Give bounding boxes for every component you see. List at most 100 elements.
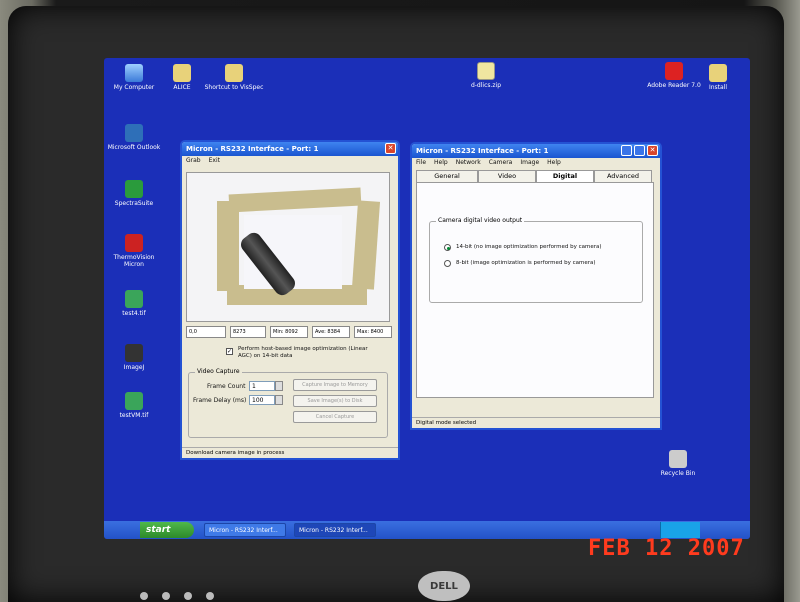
computer-icon: [125, 64, 143, 82]
monitor-button[interactable]: [162, 592, 170, 600]
monitor-buttons: [140, 592, 214, 600]
frame-delay-input[interactable]: 100: [249, 395, 275, 405]
desktop-icon-zip[interactable]: d-dlics.zip: [456, 62, 516, 89]
desktop-icon-label: test4.tif: [122, 310, 146, 317]
radio-8-bit[interactable]: [444, 260, 451, 267]
stat-value: 8273: [230, 326, 266, 338]
desktop-icon-spectrasuite[interactable]: SpectraSuite: [104, 180, 164, 207]
digital-tab-panel: Camera digital video output 14-bit (no i…: [416, 182, 654, 398]
close-icon[interactable]: ✕: [385, 143, 396, 154]
desktop-icon-label: ImageJ: [123, 364, 145, 371]
desktop-icon-label: Shortcut to VisSpec: [204, 84, 264, 91]
radio-14-bit-label: 14-bit (no image optimization performed …: [456, 244, 602, 250]
desktop-icon-alice[interactable]: ALICE: [152, 64, 212, 91]
monitor-button[interactable]: [140, 592, 148, 600]
menu-help-2[interactable]: Help: [547, 159, 561, 167]
radio-8-bit-label: 8-bit (image optimization is performed b…: [456, 260, 596, 266]
desktop-icon-shortcut-visspec[interactable]: Shortcut to VisSpec: [204, 64, 264, 91]
menu-exit[interactable]: Exit: [209, 157, 220, 165]
imagej-icon: [125, 344, 143, 362]
frame-delay-spinner[interactable]: [275, 395, 283, 405]
menu-help[interactable]: Help: [434, 159, 448, 167]
frame-count-spinner[interactable]: [275, 381, 283, 391]
tab-general[interactable]: General: [416, 170, 478, 182]
tab-digital[interactable]: Digital: [536, 170, 594, 182]
desktop-icon-outlook[interactable]: Microsoft Outlook: [104, 124, 164, 151]
capture-image-button[interactable]: Capture Image to Memory: [293, 379, 377, 391]
interface-menubar: File Help Network Camera Image Help: [412, 158, 660, 168]
start-label: start: [146, 525, 171, 535]
interface-window[interactable]: Micron - RS232 Interface - Port: 1 ✕ Fil…: [410, 142, 662, 430]
capture-menubar: Grab Exit: [182, 156, 398, 166]
desktop-screen: My Computer ALICE Shortcut to VisSpec d-…: [104, 58, 750, 539]
folder-icon: [173, 64, 191, 82]
taskbar-item-interface[interactable]: Micron - RS232 Interf...: [294, 523, 376, 537]
desktop-icon-label: My Computer: [113, 84, 155, 91]
desktop-icon-recycle-bin[interactable]: Recycle Bin: [648, 450, 708, 477]
minimize-icon[interactable]: [621, 145, 632, 156]
photo-timestamp: FEB 12 2007: [588, 536, 745, 561]
zip-icon: [477, 62, 495, 80]
digital-output-group-label: Camera digital video output: [436, 217, 525, 224]
monitor-button[interactable]: [206, 592, 214, 600]
close-icon[interactable]: ✕: [647, 145, 658, 156]
video-capture-group: Video Capture Frame Count 1 Frame Delay …: [188, 368, 388, 438]
tape-strip: [351, 200, 381, 290]
recycle-bin-icon: [669, 450, 687, 468]
optimization-checkbox-label: Perform host-based image optimization (L…: [238, 346, 368, 359]
capture-statusbar: Download camera image in process: [182, 447, 398, 458]
stat-ave: Ave: 8384: [312, 326, 350, 338]
menu-grab[interactable]: Grab: [186, 157, 201, 165]
desktop-icon-label: testVM.tif: [119, 412, 149, 419]
tape-strip: [217, 201, 239, 291]
desktop-icon-label: d-dlics.zip: [470, 82, 502, 89]
menu-camera[interactable]: Camera: [489, 159, 513, 167]
desktop-icon-label: SpectraSuite: [114, 200, 154, 207]
cancel-capture-button[interactable]: Cancel Capture: [293, 411, 377, 423]
desktop-icon-thermovision[interactable]: ThermoVision Micron: [104, 234, 164, 268]
outlook-icon: [125, 124, 143, 142]
desktop-icon-test4[interactable]: test4.tif: [104, 290, 164, 317]
menu-image[interactable]: Image: [520, 159, 539, 167]
digital-output-group: Camera digital video output 14-bit (no i…: [429, 217, 643, 303]
desktop-icon-label: Recycle Bin: [660, 470, 696, 477]
thermal-image-preview: [186, 172, 390, 322]
tif-file-icon: [125, 392, 143, 410]
dell-logo: DELL: [418, 571, 470, 601]
tab-video[interactable]: Video: [478, 170, 536, 182]
desktop-icon-imagej[interactable]: ImageJ: [104, 344, 164, 371]
menu-network[interactable]: Network: [456, 159, 481, 167]
optimization-checkbox[interactable]: ✓: [226, 348, 233, 355]
thermovision-icon: [125, 234, 143, 252]
interface-statusbar: Digital mode selected: [412, 417, 660, 428]
stat-min: Min: 8092: [270, 326, 308, 338]
interface-window-titlebar[interactable]: Micron - RS232 Interface - Port: 1 ✕: [412, 144, 660, 158]
tape-strip: [228, 187, 362, 213]
start-button[interactable]: start: [140, 522, 194, 538]
maximize-icon[interactable]: [634, 145, 645, 156]
desktop-icon-label: ThermoVision Micron: [113, 254, 155, 268]
capture-window-titlebar[interactable]: Micron - RS232 Interface - Port: 1 ✕: [182, 142, 398, 156]
desktop-icon-label: Install: [708, 84, 728, 91]
frame-count-input[interactable]: 1: [249, 381, 275, 391]
frame-delay-label: Frame Delay (ms): [193, 397, 247, 404]
folder-icon: [709, 64, 727, 82]
stat-coords: 0,0: [186, 326, 226, 338]
desktop-icon-testvm[interactable]: testVM.tif: [104, 392, 164, 419]
pdf-icon: [665, 62, 683, 80]
desktop-icon-label: Microsoft Outlook: [107, 144, 161, 151]
spectrasuite-icon: [125, 180, 143, 198]
capture-window-title: Micron - RS232 Interface - Port: 1: [186, 145, 319, 153]
tif-file-icon: [125, 290, 143, 308]
taskbar-item-capture[interactable]: Micron - RS232 Interf...: [204, 523, 286, 537]
monitor-button[interactable]: [184, 592, 192, 600]
tab-advanced[interactable]: Advanced: [594, 170, 652, 182]
menu-file[interactable]: File: [416, 159, 426, 167]
save-images-button[interactable]: Save Image(s) to Disk: [293, 395, 377, 407]
capture-window[interactable]: Micron - RS232 Interface - Port: 1 ✕ Gra…: [180, 140, 400, 460]
desktop-icon-label: ALICE: [173, 84, 191, 91]
desktop-icon-install[interactable]: Install: [688, 64, 748, 91]
folder-shortcut-icon: [225, 64, 243, 82]
frame-count-label: Frame Count: [207, 383, 246, 390]
radio-14-bit[interactable]: [444, 244, 451, 251]
